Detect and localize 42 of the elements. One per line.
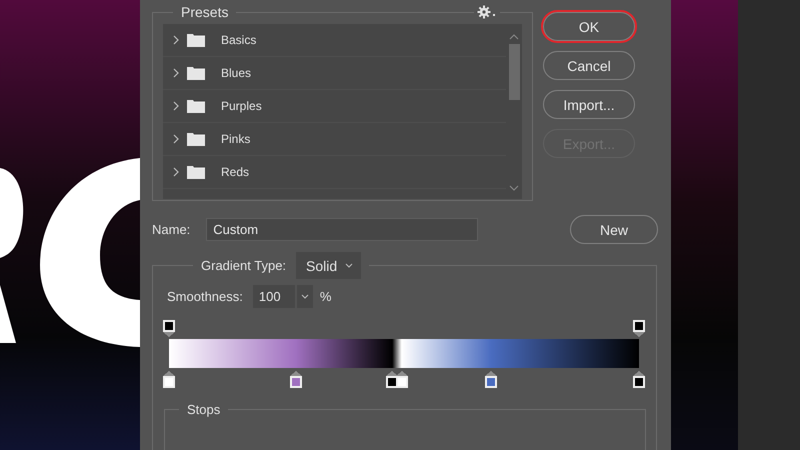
gradient-bar[interactable] <box>169 339 639 368</box>
dialog-button[interactable]: OK <box>543 12 635 41</box>
down-icon[interactable] <box>509 185 519 191</box>
caret-icon <box>300 294 309 299</box>
color-stop[interactable] <box>290 371 302 388</box>
folder-icon <box>187 165 205 179</box>
smoothness-label: Smoothness: <box>167 289 243 304</box>
name-field[interactable]: Custom <box>206 218 478 241</box>
up-icon[interactable] <box>509 34 519 40</box>
presets-title: Presets <box>180 4 230 20</box>
color-stop[interactable] <box>396 371 408 388</box>
chevron-icon[interactable] <box>173 101 179 111</box>
preset-folder[interactable]: Pinks <box>163 123 506 156</box>
gradient-type-dropdown[interactable]: Solid <box>296 252 362 279</box>
chevron-icon[interactable] <box>173 134 179 144</box>
smoothness-dropdown[interactable] <box>296 285 313 308</box>
stops-title: Stops <box>186 402 222 417</box>
opacity-stop[interactable] <box>163 320 175 337</box>
folder-icon <box>187 99 205 113</box>
name-label: Name: <box>152 222 190 237</box>
color-stop[interactable] <box>633 371 645 388</box>
smoothness-field[interactable]: 100 <box>252 285 295 308</box>
gradient-type-label: Gradient Type: <box>201 258 286 273</box>
new-button[interactable]: New <box>570 215 658 244</box>
preset-folder[interactable]: Basics <box>163 24 506 57</box>
caret-icon <box>345 263 354 268</box>
chevron-icon[interactable] <box>173 68 179 78</box>
chevron-icon[interactable] <box>173 35 179 45</box>
color-stop[interactable] <box>484 371 497 388</box>
color-stop[interactable] <box>163 371 175 388</box>
scroll-thumb[interactable] <box>508 44 520 100</box>
percent-label: % <box>320 289 332 304</box>
chevron-icon[interactable] <box>173 167 179 177</box>
folder-icon <box>187 66 205 80</box>
opacity-stop[interactable] <box>633 320 645 337</box>
preset-folder[interactable]: Blues <box>163 57 506 90</box>
preset-folder[interactable]: Reds <box>163 156 506 189</box>
dialog-button[interactable]: Import... <box>543 90 635 119</box>
folder-icon <box>187 132 205 146</box>
folder-icon <box>187 33 205 47</box>
dialog-button[interactable]: Cancel <box>543 51 635 80</box>
preset-folder[interactable]: Purples <box>163 90 506 123</box>
